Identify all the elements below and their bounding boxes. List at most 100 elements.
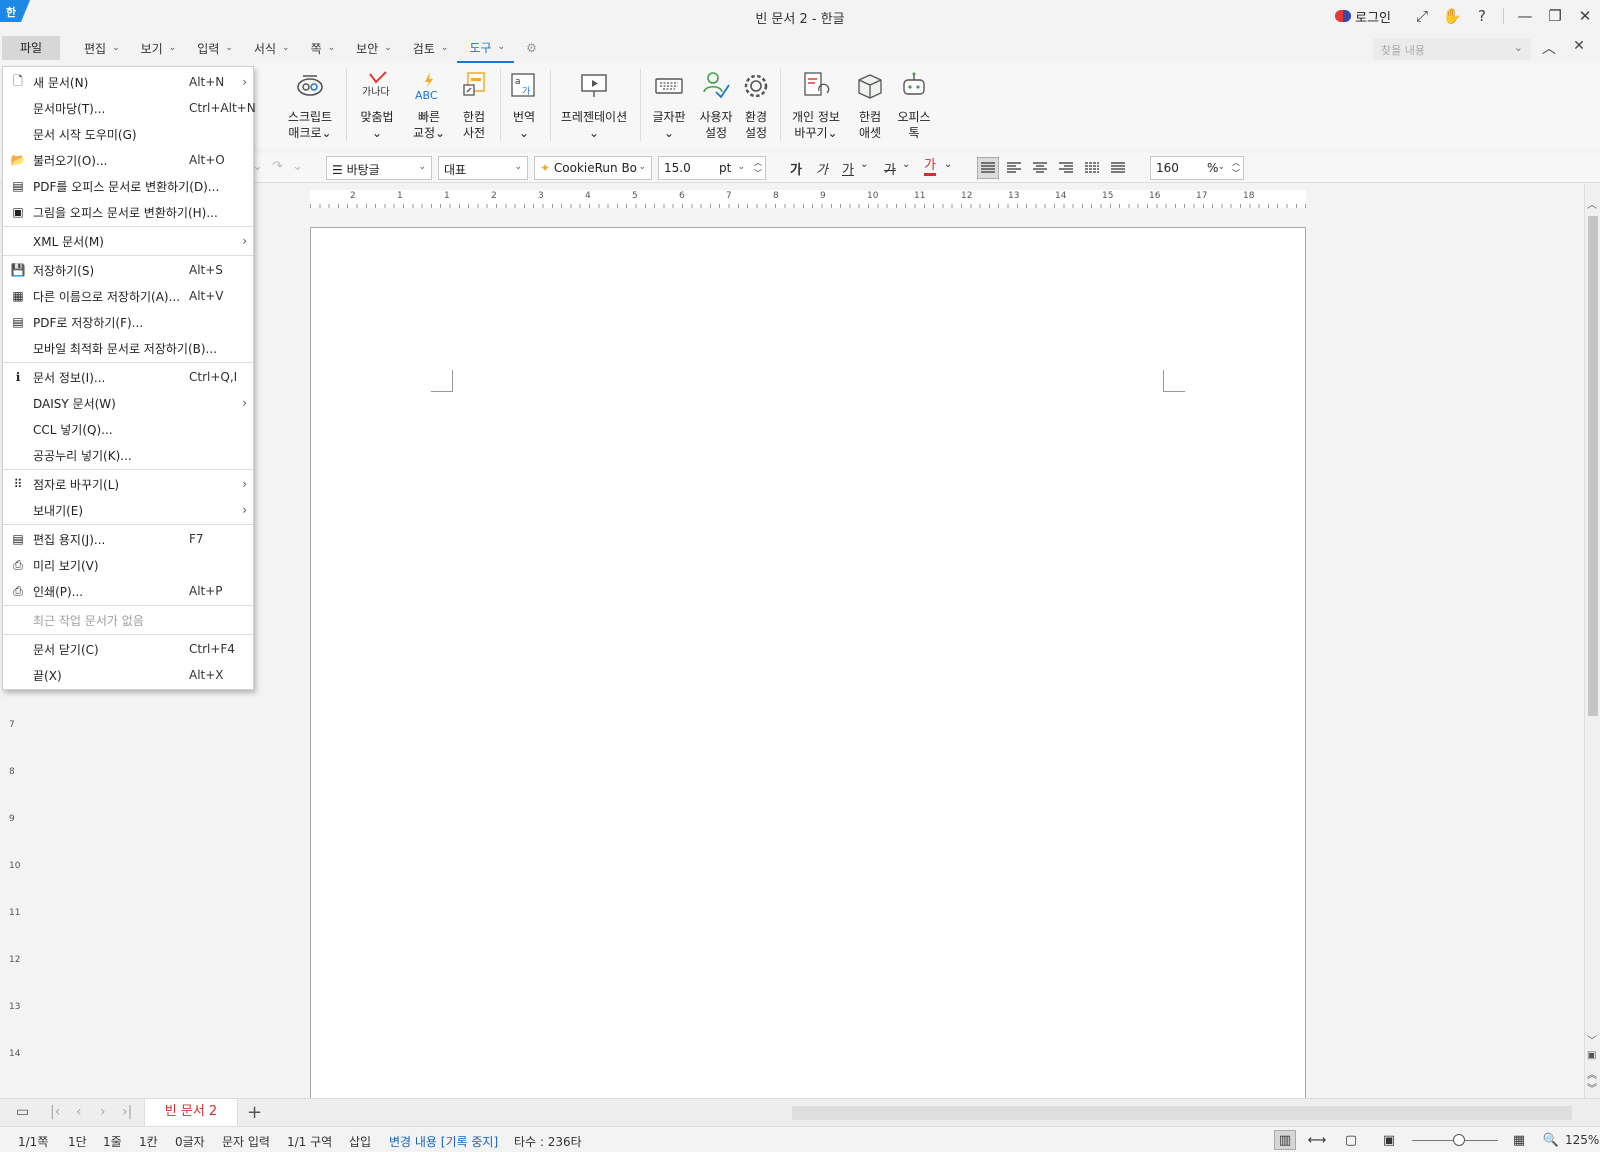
file-menu-item[interactable]: 문서 시작 도우미(G) — [3, 121, 253, 147]
page-view-icon[interactable]: ▣ — [1587, 1050, 1596, 1061]
menu-file[interactable]: 파일 — [2, 36, 60, 60]
file-menu-item[interactable]: ▣ 그림을 오피스 문서로 변환하기(H)... — [3, 199, 253, 225]
underline-button[interactable]: 가 — [842, 159, 854, 178]
menu-3[interactable]: 서식 ⌄ — [242, 33, 299, 63]
scroll-thumb[interactable] — [1588, 216, 1598, 716]
line-spacing-input[interactable]: 160% ⌄ ︿ ﹀ — [1150, 156, 1244, 180]
menu-6[interactable]: 검토 ⌄ — [401, 33, 458, 63]
help-icon[interactable]: ? — [1467, 0, 1497, 32]
align-left-button[interactable] — [1003, 157, 1025, 179]
add-tab-button[interactable]: + — [247, 1102, 262, 1123]
zoom-slider-knob[interactable] — [1453, 1134, 1465, 1146]
file-menu-item[interactable]: 📂 불러오기(O)... Alt+O — [3, 147, 253, 173]
style-select[interactable]: ☰ 바탕글 ⌄ — [326, 156, 432, 180]
ribbon-office-talk[interactable]: 오피스 톡 — [894, 71, 934, 141]
login-button[interactable]: 로그인 — [1335, 7, 1391, 26]
file-menu-item[interactable]: 🗋 새 문서(N) Alt+N › — [3, 69, 253, 95]
close-document-icon[interactable]: ✕ — [1564, 38, 1594, 58]
last-tab-icon[interactable]: ›| — [122, 1104, 132, 1120]
find-input[interactable]: 찾을 내용 ⌄ — [1373, 38, 1531, 60]
menu-1[interactable]: 보기 ⌄ — [129, 33, 186, 63]
redo-icon[interactable]: ↷ — [272, 159, 283, 174]
status-input-mode[interactable]: 문자 입력 — [222, 1133, 270, 1150]
file-menu-item[interactable]: DAISY 문서(W) › — [3, 390, 253, 416]
ribbon-quick-correct[interactable]: ABC 빠른 교정⌄ — [408, 71, 450, 141]
font-color-dropdown-icon[interactable]: ⌄ — [944, 159, 952, 170]
zoom-level[interactable]: 125% — [1565, 1133, 1599, 1147]
ribbon-user-settings[interactable]: 사용자 설정 — [696, 71, 736, 141]
expand-icon[interactable]: ⤢ — [1407, 0, 1437, 32]
status-insert[interactable]: 삽입 — [349, 1133, 371, 1150]
strikethrough-button[interactable]: 가 — [884, 159, 896, 178]
strike-dropdown-icon[interactable]: ⌄ — [902, 159, 910, 170]
ribbon-preferences[interactable]: 환경 설정 — [740, 71, 772, 141]
zoom-search-icon[interactable]: 🔍 — [1540, 1130, 1562, 1150]
file-menu-item[interactable]: ⠿ 점자로 바꾸기(L) › — [3, 471, 253, 497]
font-color-button[interactable]: 가 — [924, 159, 936, 176]
prev-tab-icon[interactable]: ‹ — [76, 1104, 82, 1120]
language-select[interactable]: 대표 ⌄ — [438, 156, 528, 180]
horizontal-scrollbar[interactable] — [792, 1106, 1572, 1120]
menu-7[interactable]: 도구 ⌄ — [457, 33, 515, 63]
file-menu-item[interactable]: ⎙ 미리 보기(V) — [3, 552, 253, 578]
ribbon-personal-info[interactable]: 개인 정보 바꾸기⌄ — [786, 71, 846, 141]
scroll-up-icon[interactable]: ︿ — [1587, 196, 1597, 211]
file-menu-item[interactable]: ▤ PDF로 저장하기(F)... — [3, 309, 253, 335]
file-menu-item[interactable]: 💾 저장하기(S) Alt+S — [3, 257, 253, 283]
status-track-changes[interactable]: 변경 내용 [기록 중지] — [389, 1133, 498, 1150]
ribbon-keyboard[interactable]: 글자판 ⌄ — [646, 71, 692, 141]
view-width-icon[interactable]: ⟷ — [1306, 1130, 1328, 1150]
zoom-in-icon[interactable]: ▦ — [1508, 1130, 1530, 1150]
view-normal-icon[interactable]: ▥ — [1274, 1130, 1296, 1150]
file-menu-item[interactable]: 모바일 최적화 문서로 저장하기(B)... — [3, 335, 253, 361]
file-menu-item[interactable]: 문서 닫기(C) Ctrl+F4 — [3, 636, 253, 662]
menu-2[interactable]: 입력 ⌄ — [185, 33, 242, 63]
menu-5[interactable]: 보안 ⌄ — [344, 33, 401, 63]
ribbon-script-macro[interactable]: 스크립트 매크로⌄ — [282, 71, 338, 141]
file-menu-item[interactable]: XML 문서(M) › — [3, 228, 253, 254]
underline-dropdown-icon[interactable]: ⌄ — [860, 159, 868, 170]
file-menu-item[interactable]: ℹ 문서 정보(I)... Ctrl+Q,I — [3, 364, 253, 390]
status-page[interactable]: 1/1쪽 — [18, 1133, 48, 1150]
view-page-icon[interactable]: ▢ — [1340, 1130, 1362, 1150]
align-divide-button[interactable] — [1107, 157, 1129, 179]
prev-page-icon[interactable]: ︽ — [1587, 1066, 1597, 1081]
zoom-out-icon[interactable]: ▣ — [1378, 1130, 1400, 1150]
align-right-button[interactable] — [1055, 157, 1077, 179]
menu-extra-icon[interactable]: ⚙ — [514, 33, 546, 63]
scroll-down-icon[interactable]: ﹀ — [1587, 1032, 1597, 1047]
ribbon-hancom-dictionary[interactable]: 한컴 사전 — [456, 71, 492, 141]
horizontal-ruler[interactable]: 2 1 1 2 3 4 5 6 7 8 9 10 11 12 13 14 15 16 17 18 — [310, 190, 1306, 208]
file-menu-item[interactable]: 보내기(E) › — [3, 497, 253, 523]
restore-icon[interactable]: ❐ — [1540, 0, 1570, 32]
ribbon-hancom-asset[interactable]: 한컴 애셋 — [852, 71, 888, 141]
file-menu-item[interactable]: ⎙ 인쇄(P)... Alt+P — [3, 578, 253, 604]
vertical-ruler[interactable]: 7 8 9 10 11 12 13 14 — [6, 640, 22, 1090]
first-tab-icon[interactable]: |‹ — [50, 1104, 60, 1120]
file-menu-item[interactable]: ▤ PDF를 오피스 문서로 변환하기(D)... — [3, 173, 253, 199]
file-menu-item[interactable]: ▦ 다른 이름으로 저장하기(A)... Alt+V — [3, 283, 253, 309]
menu-0[interactable]: 편집 ⌄ — [72, 33, 129, 63]
file-menu-item[interactable]: 공공누리 넣기(K)... — [3, 442, 253, 468]
redo-dropdown-icon[interactable]: ⌄ — [292, 159, 303, 174]
align-center-button[interactable] — [1029, 157, 1051, 179]
next-page-icon[interactable]: ︾ — [1587, 1080, 1597, 1095]
ribbon-translate[interactable]: a가 번역 ⌄ — [506, 71, 542, 141]
chevron-down-icon[interactable]: ⌄ — [1514, 41, 1523, 54]
bold-button[interactable]: 가 — [790, 159, 802, 178]
menu-4[interactable]: 쪽 ⌄ — [299, 33, 345, 63]
hand-icon[interactable]: ✋ — [1437, 0, 1467, 32]
collapse-ribbon-icon[interactable]: ︿ — [1534, 38, 1564, 58]
ribbon-spellcheck[interactable]: 가나다 맞춤법 ⌄ — [352, 71, 402, 141]
document-page[interactable] — [310, 227, 1306, 1102]
next-tab-icon[interactable]: › — [100, 1104, 106, 1120]
vertical-scrollbar[interactable]: ︿ ﹀ ▣ ︽ ︾ — [1584, 184, 1600, 1098]
file-menu-item[interactable]: 끝(X) Alt+X — [3, 662, 253, 688]
file-menu-item[interactable]: 문서마당(T)... Ctrl+Alt+N — [3, 95, 256, 121]
close-icon[interactable]: ✕ — [1570, 0, 1600, 32]
font-select[interactable]: ✦ CookieRun Bo ⌄ — [534, 156, 652, 180]
align-justify-button[interactable] — [977, 157, 999, 179]
tab-blank-document-2[interactable]: 빈 문서 2 — [144, 1099, 238, 1127]
align-distribute-button[interactable] — [1081, 157, 1103, 179]
ribbon-presentation[interactable]: 프레젠테이션 ⌄ — [556, 71, 632, 141]
